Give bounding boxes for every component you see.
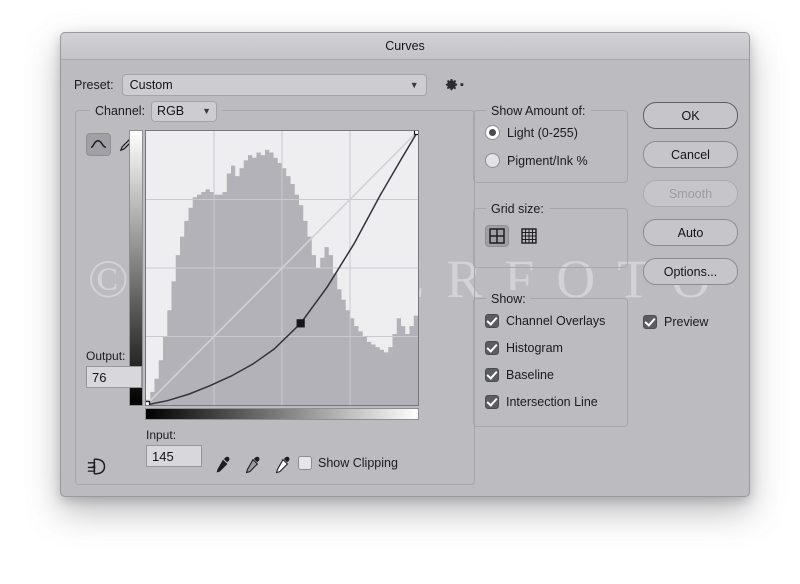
channel-label: Channel: bbox=[95, 104, 146, 118]
curve-tool-icon bbox=[90, 140, 107, 149]
preset-row: Preset: Custom ▼ ▪ bbox=[74, 73, 474, 97]
radio-pigment-label: Pigment/Ink % bbox=[507, 153, 588, 168]
show-channel-overlays-row[interactable]: Channel Overlays bbox=[485, 314, 627, 328]
curve-plot-svg bbox=[146, 131, 418, 405]
input-input[interactable]: 145 bbox=[146, 445, 202, 467]
eyedropper-white-icon[interactable] bbox=[272, 455, 292, 475]
eyedropper-black-icon[interactable] bbox=[212, 455, 232, 475]
dialog-title: Curves bbox=[385, 39, 425, 53]
show-baseline-row[interactable]: Baseline bbox=[485, 368, 627, 382]
channel-graph-group: Channel: RGB ▼ Output: 76 Input: 145 Sho… bbox=[75, 100, 475, 485]
show-legend: Show: bbox=[486, 290, 531, 308]
preview-checkbox[interactable] bbox=[643, 315, 657, 329]
show-intersection-line-row[interactable]: Intersection Line bbox=[485, 395, 627, 409]
smooth-curve-icon bbox=[87, 458, 106, 475]
grid-size-legend: Grid size: bbox=[486, 200, 549, 218]
grid-10-icon bbox=[521, 228, 537, 244]
show-clipping-row[interactable]: Show Clipping bbox=[298, 456, 398, 470]
eyedropper-tools bbox=[212, 455, 292, 475]
radio-light[interactable]: Light (0-255) bbox=[485, 125, 627, 140]
output-input[interactable]: 76 bbox=[86, 366, 142, 388]
dialog-titlebar: Curves bbox=[61, 33, 749, 60]
preset-options-gear-button[interactable]: ▪ bbox=[444, 76, 466, 94]
grid-size-group: Grid size: bbox=[473, 200, 628, 268]
cancel-button[interactable]: Cancel bbox=[643, 141, 738, 168]
grid-4-icon bbox=[489, 228, 505, 244]
curve-smooth-button[interactable] bbox=[86, 456, 112, 478]
curve-plot[interactable] bbox=[145, 130, 419, 406]
radio-pigment[interactable]: Pigment/Ink % bbox=[485, 153, 627, 168]
preset-select[interactable]: Custom ▼ bbox=[121, 74, 427, 96]
eyedropper-gray-icon[interactable] bbox=[242, 455, 262, 475]
radio-light-input[interactable] bbox=[485, 125, 500, 140]
preset-label: Preset: bbox=[74, 78, 114, 92]
preset-value: Custom bbox=[129, 78, 173, 92]
preview-row[interactable]: Preview bbox=[643, 315, 708, 329]
grid-10-button[interactable] bbox=[517, 225, 541, 247]
input-field-group: Input: 145 bbox=[146, 428, 202, 467]
auto-button[interactable]: Auto bbox=[643, 219, 738, 246]
show-intersection-line-checkbox[interactable] bbox=[485, 395, 499, 409]
show-channel-overlays-label: Channel Overlays bbox=[506, 314, 606, 328]
chevron-down-icon: ▼ bbox=[202, 106, 212, 116]
show-group: Show: Channel Overlays Histogram Baselin… bbox=[473, 290, 628, 427]
curve-graph[interactable] bbox=[129, 130, 419, 420]
grid-4-button[interactable] bbox=[485, 225, 509, 247]
gear-icon bbox=[445, 78, 458, 90]
input-label: Input: bbox=[146, 428, 177, 442]
show-clipping-checkbox[interactable] bbox=[298, 456, 312, 470]
show-intersection-line-label: Intersection Line bbox=[506, 395, 598, 409]
output-field-group: Output: 76 bbox=[86, 349, 142, 388]
options-button[interactable]: Options... bbox=[643, 258, 738, 285]
show-clipping-label: Show Clipping bbox=[318, 456, 398, 470]
output-label: Output: bbox=[86, 349, 126, 363]
show-histogram-checkbox[interactable] bbox=[485, 341, 499, 355]
channel-row: Channel: RGB ▼ bbox=[90, 100, 223, 122]
radio-pigment-input[interactable] bbox=[485, 153, 500, 168]
show-baseline-label: Baseline bbox=[506, 368, 554, 382]
preview-label: Preview bbox=[664, 315, 709, 329]
gear-chevron-icon: ▪ bbox=[460, 79, 464, 91]
radio-light-label: Light (0-255) bbox=[507, 125, 578, 140]
channel-select[interactable]: RGB ▼ bbox=[151, 100, 218, 122]
show-amount-legend: Show Amount of: bbox=[486, 102, 591, 120]
show-baseline-checkbox[interactable] bbox=[485, 368, 499, 382]
dialog-body: © IJOYERFOTO Preset: Custom ▼ ▪ Channel: bbox=[61, 60, 749, 496]
show-histogram-row[interactable]: Histogram bbox=[485, 341, 627, 355]
chevron-down-icon: ▼ bbox=[409, 80, 419, 90]
button-column: OK Cancel Smooth Auto Options... bbox=[643, 102, 738, 297]
input-gradient-bar bbox=[145, 408, 419, 420]
show-histogram-label: Histogram bbox=[506, 341, 563, 355]
show-channel-overlays-checkbox[interactable] bbox=[485, 314, 499, 328]
ok-button[interactable]: OK bbox=[643, 102, 738, 129]
curves-dialog: Curves © IJOYERFOTO Preset: Custom ▼ ▪ C… bbox=[60, 32, 750, 497]
show-amount-group: Show Amount of: Light (0-255) Pigment/In… bbox=[473, 102, 628, 183]
smooth-button: Smooth bbox=[643, 180, 738, 207]
output-gradient-bar bbox=[129, 130, 143, 406]
channel-value: RGB bbox=[157, 104, 185, 118]
curve-tool-button[interactable] bbox=[86, 133, 111, 156]
